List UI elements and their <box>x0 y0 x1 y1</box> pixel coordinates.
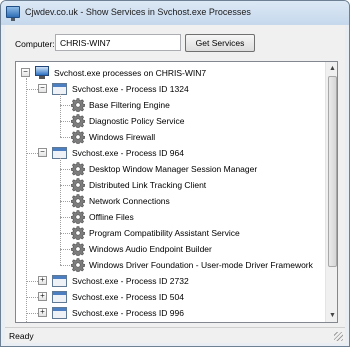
process-label: Svchost.exe - Process ID 996 <box>72 308 184 318</box>
service-node[interactable]: Windows Audio Endpoint Builder <box>16 241 316 257</box>
expand-icon[interactable]: + <box>38 292 47 301</box>
service-node[interactable]: Program Compatibility Assistant Service <box>16 225 316 241</box>
window-icon <box>52 291 67 303</box>
tree-root-node[interactable]: − Svchost.exe processes on CHRIS-WIN7 <box>16 65 316 81</box>
tree-connector <box>60 158 61 265</box>
service-label: Diagnostic Policy Service <box>89 116 185 126</box>
collapse-icon[interactable]: − <box>21 68 30 77</box>
gear-icon <box>70 226 86 241</box>
service-label: Offline Files <box>89 212 134 222</box>
process-label: Svchost.exe - Process ID 2732 <box>72 276 189 286</box>
client-area: Computer: Get Services −Svchost.exe proc… <box>5 25 345 343</box>
gear-icon <box>70 258 86 273</box>
service-label: Program Compatibility Assistant Service <box>89 228 240 238</box>
window-icon <box>52 275 67 287</box>
expand-icon[interactable]: + <box>38 276 47 285</box>
computer-label: Computer: <box>15 39 55 49</box>
tree-root-label: Svchost.exe processes on CHRIS-WIN7 <box>54 68 207 78</box>
service-node[interactable]: Base Filtering Engine <box>16 97 316 113</box>
resize-grip-icon[interactable] <box>334 332 343 341</box>
service-node[interactable]: Windows Firewall <box>16 129 316 145</box>
scroll-up-arrow-icon[interactable]: ▲ <box>326 62 337 75</box>
process-node[interactable]: + Svchost.exe - Process ID 2732 <box>16 273 316 289</box>
gear-icon <box>70 178 86 193</box>
gear-icon <box>70 114 86 129</box>
collapse-icon[interactable]: − <box>38 148 47 157</box>
window-title: Cjwdev.co.uk - Show Services in Svchost.… <box>25 7 251 17</box>
service-node[interactable]: Windows Driver Foundation - User-mode Dr… <box>16 257 316 273</box>
gear-icon <box>70 194 86 209</box>
process-tree-panel: − Svchost.exe processes on CHRIS-WIN7− Svc… <box>15 61 338 323</box>
service-label: Windows Driver Foundation - User-mode Dr… <box>89 260 313 270</box>
app-window: Cjwdev.co.uk - Show Services in Svchost.… <box>0 0 350 347</box>
vertical-scrollbar[interactable]: ▲ ▼ <box>325 62 337 322</box>
gear-icon <box>70 210 86 225</box>
service-node[interactable]: Desktop Window Manager Session Manager <box>16 161 316 177</box>
gear-icon <box>70 242 86 257</box>
process-label: Svchost.exe - Process ID 504 <box>72 292 184 302</box>
gear-icon <box>70 130 86 145</box>
computer-icon <box>34 66 50 80</box>
app-icon <box>6 6 20 21</box>
expand-icon[interactable]: + <box>38 308 47 317</box>
service-label: Network Connections <box>89 196 170 206</box>
title-bar[interactable]: Cjwdev.co.uk - Show Services in Svchost.… <box>1 1 349 25</box>
service-label: Distributed Link Tracking Client <box>89 180 207 190</box>
process-node[interactable]: + Svchost.exe - Process ID 996 <box>16 305 316 321</box>
service-node[interactable]: Distributed Link Tracking Client <box>16 177 316 193</box>
process-label: Svchost.exe - Process ID 1324 <box>72 84 189 94</box>
process-label: Svchost.exe - Process ID 964 <box>72 148 184 158</box>
computer-input[interactable] <box>55 34 181 51</box>
process-node[interactable]: − Svchost.exe - Process ID 964 <box>16 145 316 161</box>
service-node[interactable]: Offline Files <box>16 209 316 225</box>
status-text: Ready <box>9 331 34 341</box>
process-tree[interactable]: − Svchost.exe processes on CHRIS-WIN7− Svc… <box>16 62 325 322</box>
service-label: Desktop Window Manager Session Manager <box>89 164 258 174</box>
tree-connector <box>26 78 27 322</box>
get-services-button[interactable]: Get Services <box>185 34 255 52</box>
scrollbar-thumb[interactable] <box>328 76 337 267</box>
scroll-down-arrow-icon[interactable]: ▼ <box>326 309 337 322</box>
tree-connector <box>60 94 61 137</box>
service-node[interactable]: Diagnostic Policy Service <box>16 113 316 129</box>
gear-icon <box>70 98 86 113</box>
service-node[interactable]: Network Connections <box>16 193 316 209</box>
status-bar: Ready <box>5 327 345 343</box>
service-label: Windows Audio Endpoint Builder <box>89 244 212 254</box>
process-node[interactable]: − Svchost.exe - Process ID 1324 <box>16 81 316 97</box>
window-icon <box>52 307 67 319</box>
process-node[interactable]: + Svchost.exe - Process ID 504 <box>16 289 316 305</box>
service-label: Windows Firewall <box>89 132 156 142</box>
collapse-icon[interactable]: − <box>38 84 47 93</box>
service-label: Base Filtering Engine <box>89 100 170 110</box>
gear-icon <box>70 162 86 177</box>
